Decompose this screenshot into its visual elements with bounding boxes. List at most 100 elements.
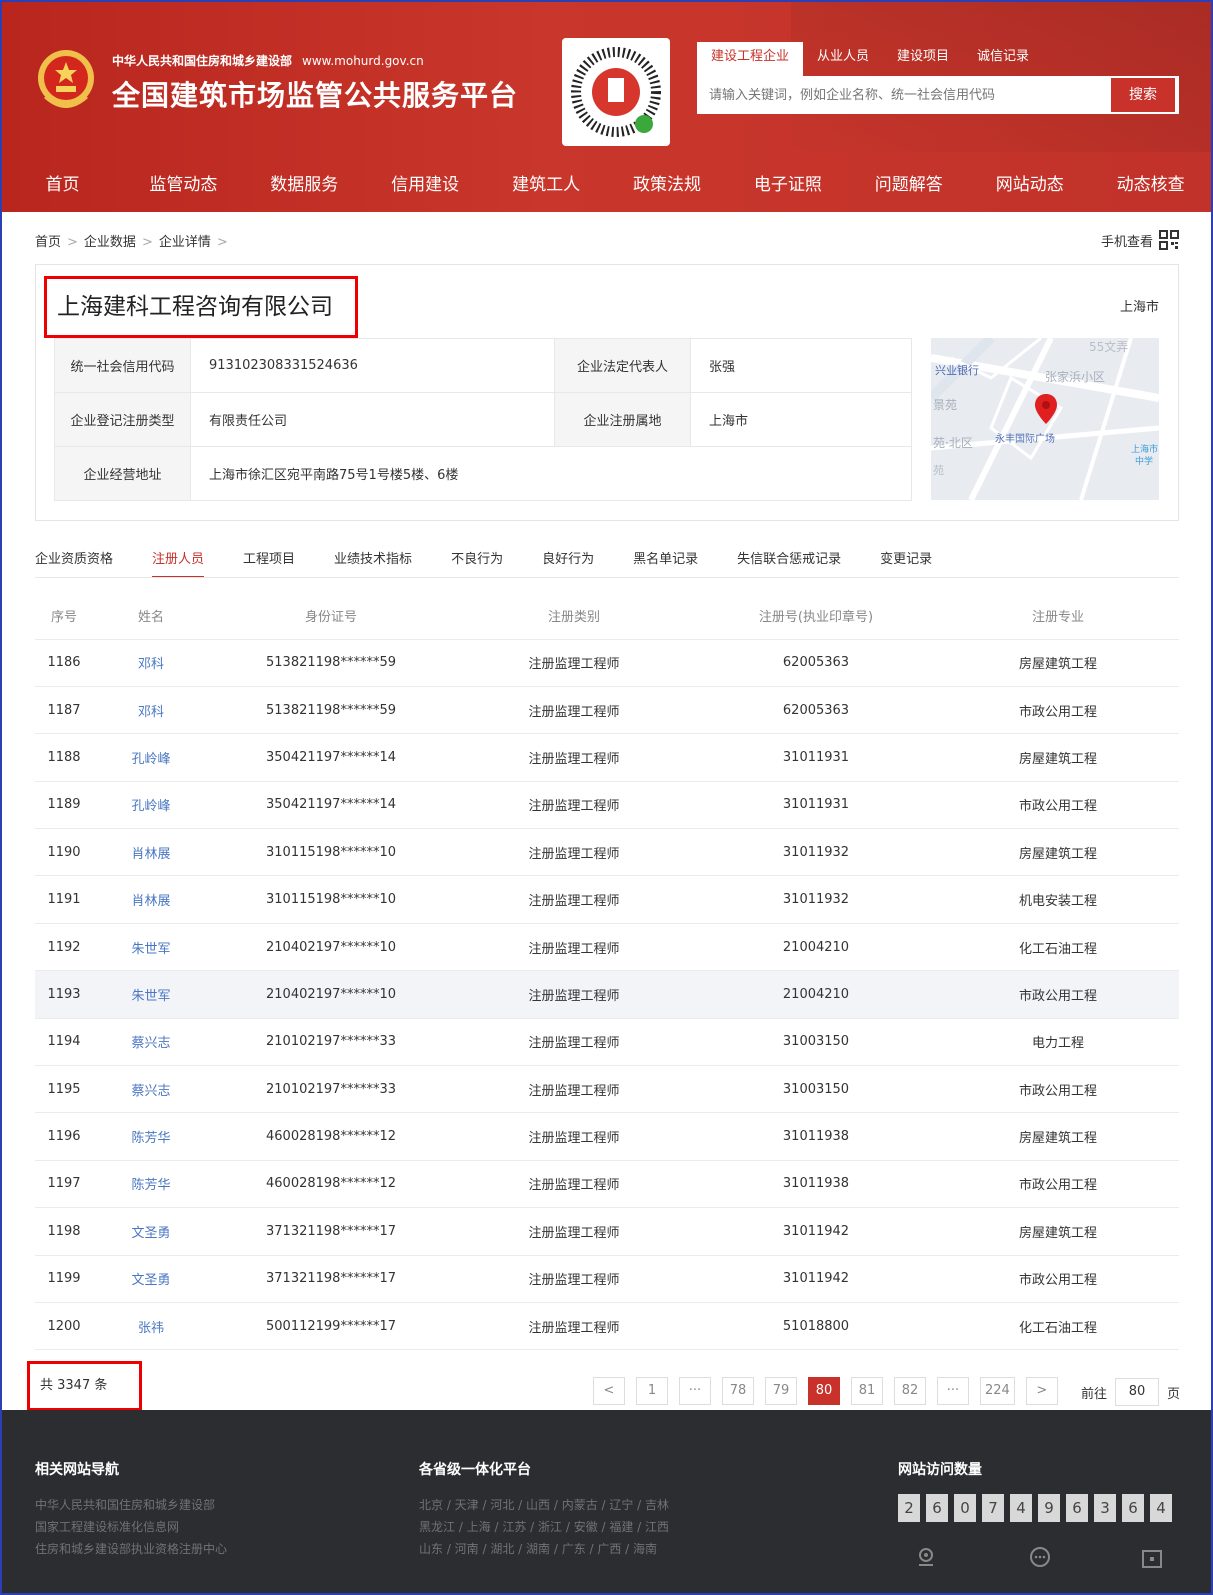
nav-home[interactable]: 首页: [2, 158, 123, 212]
nav-data-service[interactable]: 数据服务: [244, 158, 365, 212]
next-page-button[interactable]: >: [1025, 1377, 1058, 1405]
total-count: 共 3347 条: [27, 1361, 142, 1411]
page-button[interactable]: 1: [636, 1377, 668, 1405]
tab-joint-punishment[interactable]: 失信联合惩戒记录: [737, 548, 841, 578]
breadcrumb-company-data[interactable]: 企业数据: [84, 235, 136, 250]
nav-workers[interactable]: 建筑工人: [486, 158, 607, 212]
nav-credit[interactable]: 信用建设: [365, 158, 486, 212]
col-header-id: 身份证号: [209, 593, 453, 640]
cell-name[interactable]: 孔岭峰: [93, 781, 209, 830]
search-tab-credit[interactable]: 诚信记录: [963, 42, 1043, 76]
page-ellipsis-button[interactable]: ···: [679, 1377, 711, 1405]
cell-name[interactable]: 陈芳华: [93, 1112, 209, 1161]
map-label: 苑·北区: [933, 436, 973, 450]
table-row: 1186 邓科 513821198******59 注册监理工程师 62005363 房屋…: [35, 639, 1179, 687]
chevron-right-icon: >: [67, 235, 78, 250]
nav-dynamic-check[interactable]: 动态核查: [1090, 158, 1211, 212]
cell-reg-number: 31003150: [695, 1065, 937, 1114]
nav-policy[interactable]: 政策法规: [607, 158, 728, 212]
footer-link[interactable]: 住房和城乡建设部执业资格注册中心: [35, 1538, 227, 1560]
page-button[interactable]: 82: [894, 1377, 926, 1405]
map-label: 张家浜小区: [1045, 370, 1106, 384]
map-label: 中学: [1135, 457, 1154, 467]
legal-rep-label: 企业法定代表人: [554, 338, 691, 393]
cell-name[interactable]: 张祎: [93, 1302, 209, 1351]
chat-icon[interactable]: [1028, 1545, 1052, 1569]
cell-index: 1187: [35, 686, 93, 735]
company-info-table: 统一社会信用代码 913102308331524636 企业法定代表人 张强 企…: [54, 338, 912, 501]
counter-digit: 7: [982, 1494, 1004, 1522]
cell-index: 1196: [35, 1112, 93, 1161]
page-ellipsis-button[interactable]: ···: [937, 1377, 969, 1405]
nav-e-certificate[interactable]: 电子证照: [727, 158, 848, 212]
tab-projects[interactable]: 工程项目: [243, 548, 295, 578]
cell-name[interactable]: 孔岭峰: [93, 733, 209, 782]
company-name: 上海建科工程咨询有限公司: [44, 276, 358, 338]
page-button[interactable]: 80: [808, 1377, 840, 1405]
table-row: 1187 邓科 513821198******59 注册监理工程师 62005363 市政…: [35, 686, 1179, 735]
cell-reg-number: 31011932: [695, 828, 937, 877]
tab-registered-personnel[interactable]: 注册人员: [152, 548, 205, 578]
cell-name[interactable]: 文圣勇: [93, 1255, 209, 1303]
cell-name[interactable]: 朱世军: [93, 923, 209, 972]
pagination: <1 ··· 78 79 80 81 82 ··· 224 >: [593, 1377, 1069, 1405]
footer-link[interactable]: 中华人民共和国住房和城乡建设部: [35, 1494, 227, 1516]
nav-supervision-news[interactable]: 监管动态: [123, 158, 244, 212]
detail-tabs: 企业资质资格 注册人员 工程项目 业绩技术指标 不良行为 良好行为 黑名单记录 …: [35, 548, 971, 578]
qrcode-icon[interactable]: [1140, 1545, 1164, 1569]
cell-name[interactable]: 蔡兴志: [93, 1018, 209, 1067]
counter-digit: 6: [926, 1494, 948, 1522]
tab-performance[interactable]: 业绩技术指标: [334, 548, 412, 578]
tab-change-records[interactable]: 变更记录: [880, 548, 932, 578]
cell-name[interactable]: 陈芳华: [93, 1160, 209, 1209]
cell-id-number: 210402197******10: [209, 970, 453, 1019]
col-header-name: 姓名: [93, 593, 209, 640]
tab-divider: [35, 577, 1179, 578]
tab-qualification[interactable]: 企业资质资格: [35, 548, 113, 578]
ministry-url[interactable]: www.mohurd.gov.cn: [302, 54, 424, 68]
cell-reg-number: 21004210: [695, 923, 937, 972]
breadcrumb-home[interactable]: 首页: [35, 235, 61, 250]
tab-bad-behavior[interactable]: 不良行为: [451, 548, 503, 578]
search-input[interactable]: [697, 76, 1097, 114]
cell-reg-number: 31011942: [695, 1207, 937, 1256]
page-button[interactable]: 81: [851, 1377, 883, 1405]
footer-province-line[interactable]: 黑龙江 / 上海 / 江苏 / 浙江 / 安徽 / 福建 / 江西: [419, 1516, 669, 1538]
search-tab-project[interactable]: 建设项目: [883, 42, 963, 76]
nav-faq[interactable]: 问题解答: [848, 158, 969, 212]
counter-digit: 3: [1094, 1494, 1116, 1522]
cell-index: 1199: [35, 1255, 93, 1303]
cell-name[interactable]: 文圣勇: [93, 1207, 209, 1256]
footer-province-line[interactable]: 北京 / 天津 / 河北 / 山西 / 内蒙古 / 辽宁 / 吉林: [419, 1494, 669, 1516]
cell-name[interactable]: 邓科: [93, 639, 209, 687]
cell-reg-number: 21004210: [695, 970, 937, 1019]
cell-reg-category: 注册监理工程师: [453, 1112, 695, 1161]
cell-name[interactable]: 邓科: [93, 686, 209, 735]
cell-name[interactable]: 肖林展: [93, 828, 209, 877]
prev-page-button[interactable]: <: [593, 1377, 625, 1405]
goto-page-input[interactable]: 80: [1115, 1378, 1160, 1406]
cell-specialty: 市政公用工程: [937, 686, 1179, 735]
page-button[interactable]: 79: [765, 1377, 797, 1405]
footer-province-line[interactable]: 山东 / 河南 / 湖北 / 湖南 / 广东 / 广西 / 海南: [419, 1538, 669, 1560]
chevron-right-icon: >: [141, 235, 153, 250]
tab-good-behavior[interactable]: 良好行为: [542, 548, 594, 578]
cell-name[interactable]: 蔡兴志: [93, 1065, 209, 1114]
nav-site-news[interactable]: 网站动态: [969, 158, 1090, 212]
search-button[interactable]: 搜索: [1111, 78, 1175, 112]
tab-blacklist[interactable]: 黑名单记录: [633, 548, 698, 578]
location-icon[interactable]: [914, 1545, 938, 1569]
company-city: 上海市: [1119, 300, 1159, 315]
footer-link[interactable]: 国家工程建设标准化信息网: [35, 1516, 227, 1538]
page-button[interactable]: 224: [980, 1377, 1015, 1405]
search-tab-personnel[interactable]: 从业人员: [803, 42, 883, 76]
map-label: 景苑: [933, 398, 958, 412]
mobile-view-link[interactable]: 手机查看: [1101, 230, 1179, 250]
cell-index: 1197: [35, 1160, 93, 1209]
cell-name[interactable]: 朱世军: [93, 970, 209, 1019]
search-tab-company[interactable]: 建设工程企业: [697, 42, 804, 76]
page-button[interactable]: 78: [722, 1377, 754, 1405]
cell-name[interactable]: 肖林展: [93, 875, 209, 924]
reg-place-label: 企业注册属地: [554, 392, 691, 447]
location-map[interactable]: 兴业银行 张家浜小区 55文弄 景苑 苑·北区 永丰国际广场 上海市 中学 苑: [931, 338, 1159, 500]
